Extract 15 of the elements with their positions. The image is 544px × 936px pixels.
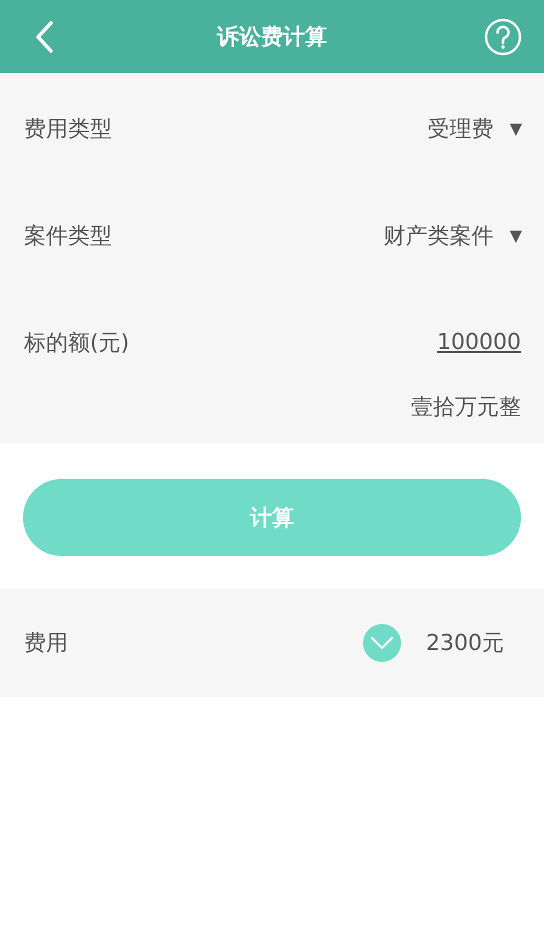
amount-in-words: 壹拾万元整 bbox=[411, 394, 521, 422]
back-icon[interactable] bbox=[34, 21, 54, 53]
input-field[interactable]: 100000 bbox=[437, 330, 521, 355]
field-label: 案件类型 bbox=[24, 222, 113, 250]
result-value: 2300元 bbox=[426, 630, 504, 658]
dropdown-value[interactable]: 财产类案件 bbox=[384, 220, 494, 250]
field-label: 标的额(元) bbox=[24, 330, 130, 358]
dropdown-value[interactable]: 受理费 bbox=[428, 114, 494, 144]
result-label: 费用 bbox=[24, 630, 69, 658]
help-icon[interactable] bbox=[484, 18, 522, 56]
caret-icon[interactable]: ▼ bbox=[510, 226, 522, 245]
expand-icon[interactable] bbox=[362, 623, 402, 663]
page-title: 诉讼费计算 bbox=[217, 24, 327, 52]
caret-icon[interactable]: ▼ bbox=[510, 119, 522, 138]
field-label: 费用类型 bbox=[24, 116, 113, 144]
